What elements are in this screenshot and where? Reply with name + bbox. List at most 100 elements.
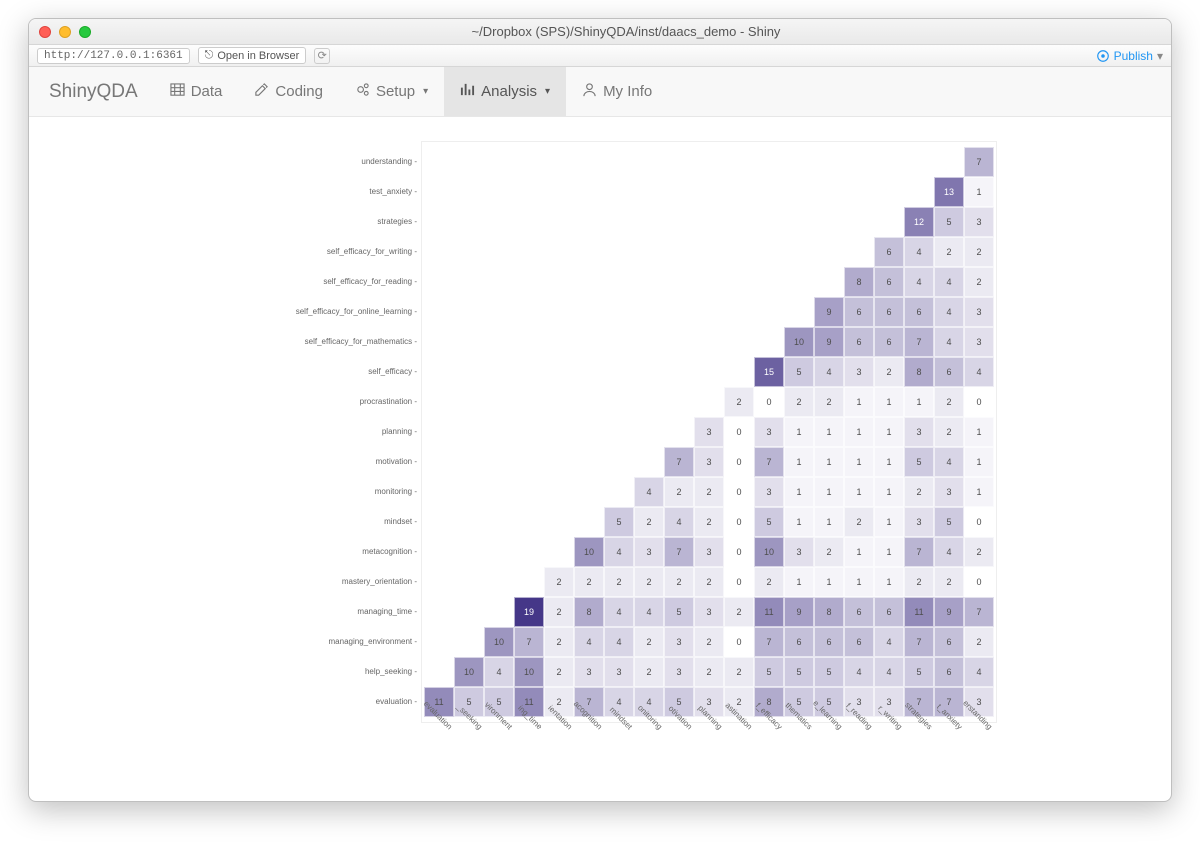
- table-icon: [170, 82, 185, 101]
- heatmap-cell: 2: [814, 387, 844, 417]
- heatmap-cell: 4: [934, 267, 964, 297]
- maximize-window-icon[interactable]: [79, 26, 91, 38]
- heatmap-cell: 1: [964, 177, 994, 207]
- nav-setup[interactable]: Setup ▾: [339, 67, 444, 116]
- heatmap-cell: 2: [724, 597, 754, 627]
- heatmap-grid: 7131125364228644296664310966743155432864…: [424, 147, 994, 717]
- heatmap-cell: 4: [934, 327, 964, 357]
- heatmap-cell: 2: [724, 657, 754, 687]
- heatmap-cell: 1: [964, 477, 994, 507]
- heatmap-cell: 5: [754, 657, 784, 687]
- heatmap-cell: 3: [694, 537, 724, 567]
- heatmap-cell: 1: [844, 417, 874, 447]
- heatmap-cell: 1: [874, 507, 904, 537]
- heatmap-cell: 1: [784, 567, 814, 597]
- heatmap-cell: 6: [874, 237, 904, 267]
- heatmap-cell: 6: [904, 297, 934, 327]
- heatmap-cell: 8: [814, 597, 844, 627]
- heatmap-cell: 7: [664, 447, 694, 477]
- heatmap-cell: 4: [904, 267, 934, 297]
- heatmap-cell: 0: [724, 627, 754, 657]
- heatmap-cell: 5: [934, 207, 964, 237]
- heatmap-cell: 3: [784, 537, 814, 567]
- heatmap-cell: 4: [874, 627, 904, 657]
- heatmap-cell: 0: [724, 447, 754, 477]
- heatmap-cell: 7: [664, 537, 694, 567]
- heatmap-cell: 3: [664, 657, 694, 687]
- nav-coding[interactable]: Coding: [238, 67, 339, 116]
- heatmap-cell: 4: [604, 597, 634, 627]
- heatmap-cell: 2: [664, 477, 694, 507]
- heatmap-cell: 2: [844, 507, 874, 537]
- heatmap-cell: 0: [724, 537, 754, 567]
- heatmap-cell: 4: [934, 297, 964, 327]
- heatmap-cell: 0: [724, 477, 754, 507]
- caret-down-icon: ▾: [545, 86, 550, 97]
- heatmap-cell: 1: [874, 567, 904, 597]
- heatmap-cell: 2: [814, 537, 844, 567]
- heatmap-cell: 4: [634, 597, 664, 627]
- nav-data[interactable]: Data: [154, 67, 239, 116]
- heatmap-cell: 3: [904, 507, 934, 537]
- heatmap-cell: 1: [784, 507, 814, 537]
- heatmap-cell: 12: [904, 207, 934, 237]
- heatmap-cell: 7: [754, 447, 784, 477]
- x-axis-labels: evaluation_seekingvironmenting_timeienta…: [424, 725, 994, 785]
- heatmap-cell: 2: [964, 237, 994, 267]
- edit-icon: [254, 82, 269, 101]
- heatmap-cell: 4: [904, 237, 934, 267]
- heatmap-cell: 2: [544, 627, 574, 657]
- heatmap-cell: 2: [754, 567, 784, 597]
- heatmap-cell: 1: [964, 447, 994, 477]
- heatmap-cell: 11: [754, 597, 784, 627]
- content-area: understanding -test_anxiety -strategies …: [29, 117, 1171, 801]
- address-field[interactable]: http://127.0.0.1:6361: [37, 48, 190, 64]
- heatmap-cell: 3: [754, 417, 784, 447]
- heatmap-cell: 4: [664, 507, 694, 537]
- heatmap-cell: 3: [934, 477, 964, 507]
- heatmap-cell: 4: [874, 657, 904, 687]
- heatmap-cell: 2: [724, 387, 754, 417]
- heatmap-cell: 1: [784, 477, 814, 507]
- heatmap-cell: 6: [844, 627, 874, 657]
- heatmap-cell: 10: [484, 627, 514, 657]
- heatmap-cell: 5: [664, 597, 694, 627]
- heatmap-cell: 9: [784, 597, 814, 627]
- heatmap-cell: 1: [844, 447, 874, 477]
- heatmap-cell: 2: [934, 387, 964, 417]
- nav-analysis[interactable]: Analysis ▾: [444, 67, 566, 116]
- open-browser-button[interactable]: ⎋ Open in Browser: [198, 47, 307, 64]
- heatmap-cell: 6: [874, 327, 904, 357]
- heatmap-cell: 10: [754, 537, 784, 567]
- heatmap-cell: 1: [874, 477, 904, 507]
- caret-down-icon: ▾: [423, 86, 428, 97]
- minimize-window-icon[interactable]: [59, 26, 71, 38]
- heatmap-cell: 3: [694, 447, 724, 477]
- heatmap-cell: 6: [844, 297, 874, 327]
- heatmap-cell: 2: [964, 537, 994, 567]
- heatmap-cell: 19: [514, 597, 544, 627]
- reload-button[interactable]: ⟳: [314, 48, 330, 64]
- heatmap-cell: 3: [754, 477, 784, 507]
- publish-button[interactable]: Publish ▾: [1096, 49, 1163, 63]
- close-window-icon[interactable]: [39, 26, 51, 38]
- heatmap-cell: 3: [964, 327, 994, 357]
- app-window: ~/Dropbox (SPS)/ShinyQDA/inst/daacs_demo…: [28, 18, 1172, 802]
- heatmap-cell: 5: [784, 657, 814, 687]
- heatmap-cell: 0: [724, 567, 754, 597]
- heatmap-cell: 3: [604, 657, 634, 687]
- heatmap-cell: 5: [814, 657, 844, 687]
- heatmap-cell: 3: [664, 627, 694, 657]
- traffic-lights: [39, 26, 91, 38]
- brand[interactable]: ShinyQDA: [49, 67, 154, 116]
- heatmap-cell: 3: [634, 537, 664, 567]
- heatmap-cell: 9: [934, 597, 964, 627]
- heatmap-cell: 5: [904, 447, 934, 477]
- nav-myinfo[interactable]: My Info: [566, 67, 668, 116]
- heatmap-cell: 8: [574, 597, 604, 627]
- heatmap-cell: 2: [634, 567, 664, 597]
- heatmap-cell: 1: [844, 567, 874, 597]
- heatmap-cell: 4: [934, 537, 964, 567]
- heatmap-cell: 10: [514, 657, 544, 687]
- heatmap-cell: 0: [724, 507, 754, 537]
